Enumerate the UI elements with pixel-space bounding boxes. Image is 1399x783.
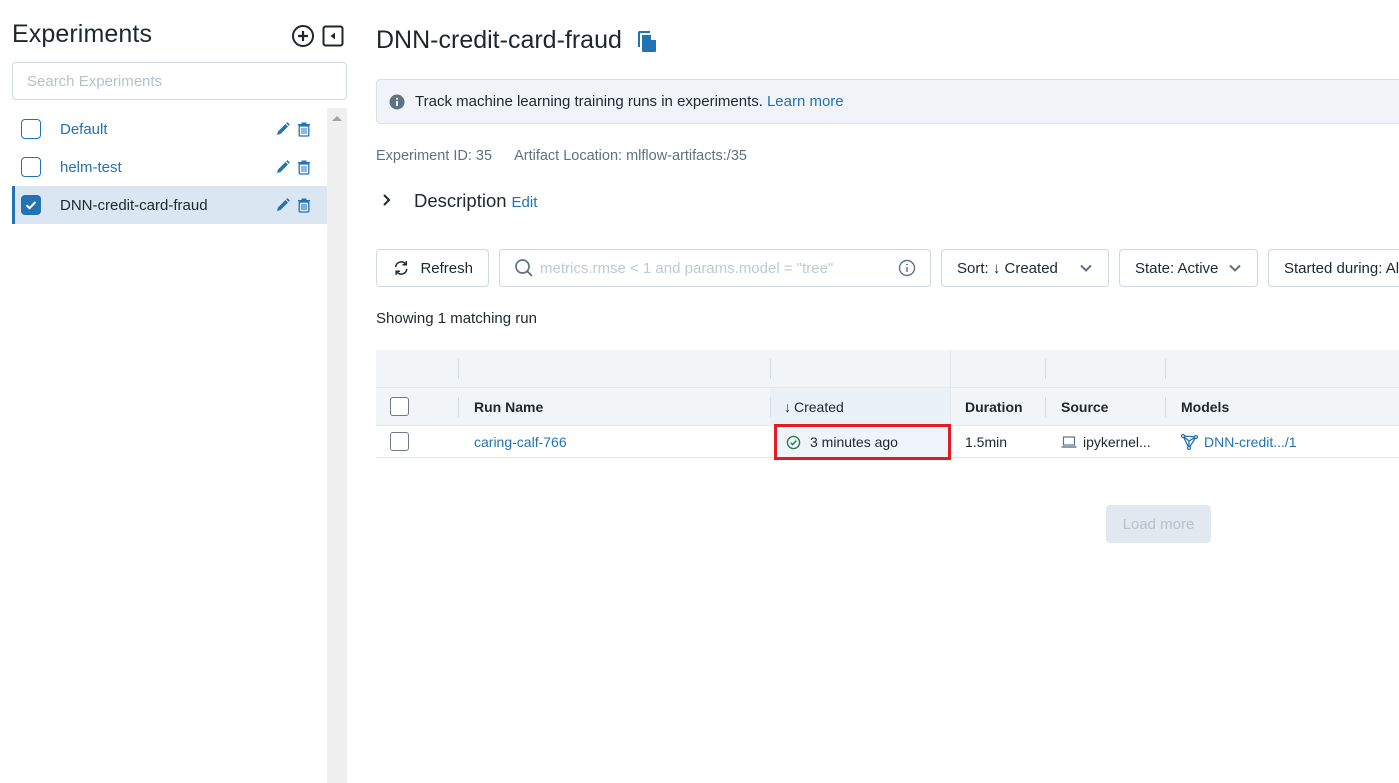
artifact-location: Artifact Location: mlflow-artifacts:/35 bbox=[514, 148, 747, 164]
select-all-cell bbox=[390, 388, 409, 425]
row-checkbox[interactable] bbox=[390, 432, 409, 451]
table-group-header bbox=[376, 350, 1399, 388]
table-row[interactable]: caring-calf-766 3 minutes ago 1.5min ipy… bbox=[376, 424, 1399, 460]
experiment-checkbox[interactable] bbox=[21, 119, 41, 139]
check-circle-icon bbox=[786, 435, 801, 449]
model-link[interactable]: DNN-credit.../1 bbox=[1181, 433, 1297, 450]
sidebar-title: Experiments bbox=[12, 20, 153, 48]
scroll-up-arrow-icon[interactable] bbox=[332, 116, 342, 121]
header-source[interactable]: Source bbox=[1061, 388, 1108, 425]
column-divider bbox=[950, 388, 951, 426]
started-during-label: Started during: All bbox=[1284, 259, 1399, 277]
create-experiment-button[interactable] bbox=[291, 24, 315, 48]
column-divider bbox=[1165, 397, 1166, 417]
sidebar-actions bbox=[291, 24, 345, 48]
experiment-item-dnn-credit-card-fraud[interactable]: DNN-credit-card-fraud bbox=[12, 186, 327, 224]
laptop-icon bbox=[1061, 435, 1077, 448]
trash-icon[interactable] bbox=[296, 197, 312, 213]
trash-icon[interactable] bbox=[296, 121, 312, 137]
runs-table: Run Name ↓ Created Duration Source Model… bbox=[376, 350, 1399, 460]
collapse-left-icon bbox=[322, 25, 344, 47]
description-label[interactable]: Description bbox=[414, 190, 507, 212]
select-all-checkbox[interactable] bbox=[390, 397, 409, 416]
plus-circle-icon bbox=[292, 25, 314, 47]
description-edit-link[interactable]: Edit bbox=[512, 194, 538, 211]
sort-desc-arrow-icon: ↓ bbox=[784, 398, 791, 415]
header-created[interactable]: ↓ Created bbox=[784, 388, 844, 425]
pencil-icon[interactable] bbox=[275, 121, 291, 137]
runs-search-input[interactable] bbox=[540, 259, 892, 277]
copy-icon[interactable] bbox=[636, 29, 658, 53]
runs-search[interactable] bbox=[499, 249, 931, 287]
run-name-link[interactable]: caring-calf-766 bbox=[474, 434, 567, 450]
experiment-id: Experiment ID: 35 bbox=[376, 148, 493, 164]
learn-more-link[interactable]: Learn more bbox=[767, 93, 844, 110]
load-more-button[interactable]: Load more bbox=[1106, 505, 1211, 543]
column-divider bbox=[770, 359, 771, 379]
experiment-name[interactable]: DNN-credit-card-fraud bbox=[60, 197, 208, 214]
source-cell: ipykernel... bbox=[1061, 426, 1151, 457]
column-divider bbox=[458, 359, 459, 379]
experiment-name[interactable]: helm-test bbox=[60, 159, 122, 176]
column-divider bbox=[1045, 359, 1046, 379]
column-divider bbox=[1045, 397, 1046, 417]
models-cell: DNN-credit.../1 bbox=[1181, 426, 1297, 457]
matching-runs-count: Showing 1 matching run bbox=[376, 310, 537, 327]
chevron-right-icon[interactable] bbox=[380, 193, 394, 207]
state-label: State: Active bbox=[1135, 259, 1219, 277]
info-icon bbox=[389, 94, 405, 109]
run-name-cell: caring-calf-766 bbox=[474, 426, 567, 457]
runs-toolbar: Refresh Sort: ↓ Created State: Active St… bbox=[376, 249, 1399, 287]
header-duration[interactable]: Duration bbox=[965, 388, 1023, 425]
refresh-label: Refresh bbox=[420, 259, 473, 277]
info-circle-icon[interactable] bbox=[898, 259, 916, 277]
created-time: 3 minutes ago bbox=[810, 434, 898, 450]
search-icon bbox=[515, 259, 533, 277]
duration-cell: 1.5min bbox=[965, 433, 1008, 450]
page-title: DNN-credit-card-fraud bbox=[376, 26, 622, 54]
experiments-sidebar: Experiments Default helm-test DNN-credit… bbox=[0, 0, 347, 783]
experiment-checkbox-checked[interactable] bbox=[21, 195, 41, 215]
search-experiments-input[interactable] bbox=[12, 62, 347, 100]
experiment-name[interactable]: Default bbox=[60, 121, 108, 138]
sidebar-scrollbar[interactable] bbox=[327, 108, 347, 783]
experiment-main: DNN-credit-card-fraud Track machine lear… bbox=[376, 0, 1399, 783]
title-row: DNN-credit-card-fraud bbox=[376, 26, 658, 55]
chevron-down-icon bbox=[1229, 264, 1241, 272]
model-name: DNN-credit.../1 bbox=[1204, 433, 1297, 450]
state-dropdown[interactable]: State: Active bbox=[1119, 249, 1258, 287]
description-section: Description Edit bbox=[380, 190, 537, 212]
refresh-icon bbox=[394, 261, 408, 275]
source-name[interactable]: ipykernel... bbox=[1083, 434, 1151, 450]
column-divider bbox=[950, 350, 951, 388]
header-run-name[interactable]: Run Name bbox=[474, 388, 543, 425]
pencil-icon[interactable] bbox=[275, 159, 291, 175]
banner-text: Track machine learning training runs in … bbox=[415, 93, 763, 110]
info-banner: Track machine learning training runs in … bbox=[376, 79, 1399, 124]
experiment-item-helm-test[interactable]: helm-test bbox=[12, 148, 327, 186]
column-divider bbox=[1165, 359, 1166, 379]
sort-label: Sort: ↓ Created bbox=[957, 259, 1058, 277]
refresh-button[interactable]: Refresh bbox=[376, 249, 489, 287]
row-select-cell bbox=[390, 426, 409, 457]
chevron-down-icon bbox=[1080, 264, 1092, 272]
collapse-sidebar-button[interactable] bbox=[321, 24, 345, 48]
created-cell-highlighted: 3 minutes ago bbox=[774, 424, 951, 460]
column-divider bbox=[458, 397, 459, 417]
experiment-item-default[interactable]: Default bbox=[12, 110, 327, 148]
sort-dropdown[interactable]: Sort: ↓ Created bbox=[941, 249, 1109, 287]
model-icon bbox=[1181, 433, 1198, 450]
checkmark-icon bbox=[25, 201, 37, 210]
trash-icon[interactable] bbox=[296, 159, 312, 175]
header-created-label: Created bbox=[794, 398, 844, 415]
header-models[interactable]: Models bbox=[1181, 388, 1229, 425]
table-header: Run Name ↓ Created Duration Source Model… bbox=[376, 388, 1399, 426]
column-divider bbox=[770, 397, 771, 417]
started-during-dropdown[interactable]: Started during: All bbox=[1268, 249, 1399, 287]
experiment-list: Default helm-test DNN-credit-card-fraud bbox=[12, 110, 327, 224]
experiment-meta: Experiment ID: 35 Artifact Location: mlf… bbox=[376, 148, 747, 164]
experiment-checkbox[interactable] bbox=[21, 157, 41, 177]
pencil-icon[interactable] bbox=[275, 197, 291, 213]
